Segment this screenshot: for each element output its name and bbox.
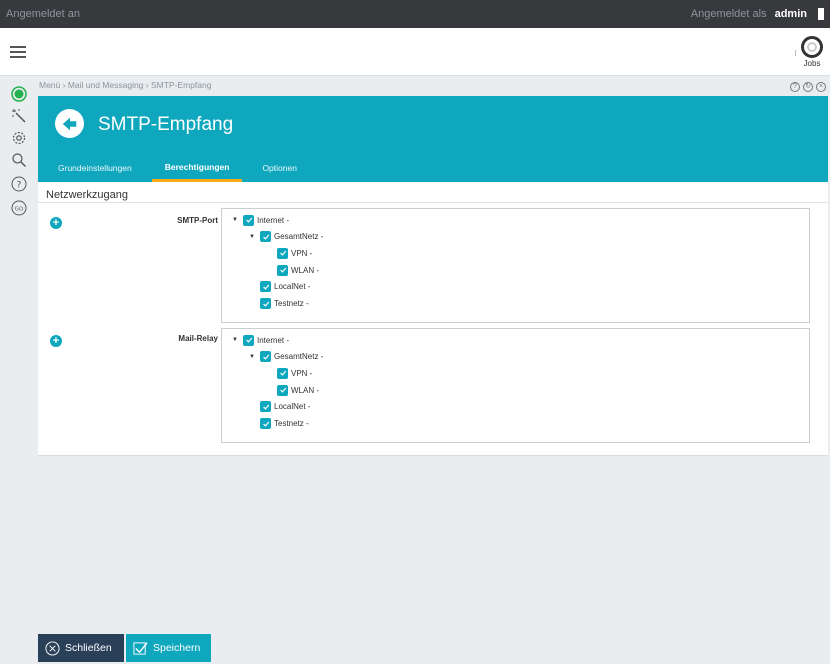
caret-down-icon[interactable]: ▼ (249, 354, 256, 360)
help-icon[interactable]: ? (11, 176, 27, 192)
user-flag-icon (818, 8, 824, 20)
caret-down-icon[interactable]: ▼ (232, 337, 239, 343)
checkbox-checked-icon[interactable] (260, 281, 271, 293)
checkbox-checked-icon[interactable] (260, 351, 271, 363)
tree-node-label: GesamtNetz - (274, 232, 324, 242)
tree-node[interactable]: ▼ GesamtNetz - (249, 350, 323, 364)
tree-node[interactable]: WLAN - (266, 263, 319, 277)
tab-berechtigungen[interactable]: Berechtigungen (151, 157, 243, 182)
settings-gear-icon[interactable] (11, 130, 27, 146)
tree-node[interactable]: Testnetz - (249, 297, 309, 311)
add-mail-relay-button[interactable]: + (50, 335, 62, 347)
jobs-button[interactable]: Jobs (798, 36, 826, 68)
checkbox-checked-icon[interactable] (243, 334, 254, 346)
go-icon[interactable]: GO (11, 200, 27, 216)
tree-node-label: VPN - (291, 368, 313, 378)
caret-down-icon[interactable]: ▼ (249, 234, 256, 240)
mail-relay-label: Mail-Relay (178, 334, 218, 343)
tree-node-label: Internet - (257, 335, 290, 345)
breadcrumb: Menü › Mail und Messaging › SMTP-Empfang (39, 80, 212, 90)
tab-bar: Grundeinstellungen Berechtigungen Option… (46, 157, 309, 182)
tree-node-label: WLAN - (291, 265, 319, 275)
app-header: Jobs (0, 28, 830, 76)
checkbox-checked-icon[interactable] (260, 418, 271, 429)
logged-in-label: Angemeldet an (6, 8, 80, 20)
tab-grundeinstellungen[interactable]: Grundeinstellungen (46, 157, 144, 182)
tree-node-label: Testnetz - (274, 419, 309, 428)
section-divider (38, 202, 828, 203)
tree-node-label: Testnetz - (274, 299, 309, 308)
save-button-label: Speichern (153, 642, 201, 654)
save-button[interactable]: Speichern (126, 634, 211, 662)
back-button[interactable] (55, 109, 84, 138)
svg-text:?: ? (17, 181, 22, 191)
smtp-port-tree[interactable]: ▼ Internet - ▼ GesamtNetz - VPN - WLAN - Local… (221, 208, 810, 323)
add-smtp-port-button[interactable]: + (50, 217, 62, 229)
user-name[interactable]: admin (775, 8, 807, 20)
caret-down-icon[interactable]: ▼ (232, 217, 239, 223)
smtp-port-label: SMTP-Port (177, 216, 218, 225)
tree-node-label: VPN - (291, 248, 313, 258)
tree-node-label: LocalNet - (274, 402, 311, 412)
page-title: SMTP-Empfang (98, 114, 234, 135)
close-button[interactable]: Schließen (38, 634, 124, 662)
help-circle-icon[interactable]: ? (790, 82, 800, 92)
logged-as-label: Angemeldet als (690, 8, 767, 20)
tree-node-label: WLAN - (291, 385, 319, 395)
close-circle-icon (44, 640, 60, 656)
jobs-separator (795, 50, 796, 56)
checkbox-checked-icon[interactable] (260, 231, 271, 243)
window-controls: ? ↻ × (790, 82, 826, 92)
close-button-label: Schließen (65, 642, 112, 654)
tree-node-label: LocalNet - (274, 282, 311, 292)
checkbox-checked-icon[interactable] (277, 264, 288, 276)
checkbox-checked-icon[interactable] (260, 401, 271, 413)
tree-node[interactable]: ▼ Internet - (232, 333, 289, 347)
jobs-label: Jobs (803, 59, 821, 68)
svg-text:GO: GO (15, 206, 24, 212)
refresh-icon[interactable]: ↻ (803, 82, 813, 92)
save-check-icon (132, 640, 148, 656)
checkbox-checked-icon[interactable] (277, 367, 288, 379)
content-area: Netzwerkzugang + SMTP-Port ▼ Internet - ▼ G… (38, 182, 828, 456)
section-title: Netzwerkzugang (46, 189, 128, 201)
tree-node[interactable]: Testnetz - (249, 417, 309, 431)
tree-node[interactable]: VPN - (266, 246, 312, 260)
tree-node[interactable]: LocalNet - (249, 400, 310, 414)
checkbox-checked-icon[interactable] (260, 298, 271, 309)
mail-relay-tree[interactable]: ▼ Internet - ▼ GesamtNetz - VPN - WLAN - Local… (221, 328, 810, 443)
tab-optionen[interactable]: Optionen (250, 157, 309, 182)
status-icon[interactable] (11, 86, 27, 102)
tree-node-label: Internet - (257, 215, 290, 225)
checkbox-checked-icon[interactable] (243, 214, 254, 226)
menu-icon[interactable] (10, 45, 26, 58)
tree-node-label: GesamtNetz - (274, 352, 324, 362)
tree-node[interactable]: ▼ Internet - (232, 213, 289, 227)
arrow-left-icon (62, 117, 76, 130)
wizard-icon[interactable] (11, 108, 27, 124)
close-icon[interactable]: × (816, 82, 826, 92)
jobs-icon (801, 36, 823, 58)
user-info: Angemeldet als admin (691, 8, 824, 20)
search-icon[interactable] (11, 152, 27, 168)
tree-node[interactable]: VPN - (266, 366, 312, 380)
tree-node[interactable]: LocalNet - (249, 280, 310, 294)
sidebar: ? GO (0, 78, 38, 664)
tree-node[interactable]: WLAN - (266, 383, 319, 397)
checkbox-checked-icon[interactable] (277, 247, 288, 259)
top-bar: Angemeldet an Angemeldet als admin (0, 0, 830, 28)
panel-header: SMTP-Empfang Grundeinstellungen Berechti… (38, 96, 828, 182)
tree-node[interactable]: ▼ GesamtNetz - (249, 230, 323, 244)
checkbox-checked-icon[interactable] (277, 384, 288, 396)
